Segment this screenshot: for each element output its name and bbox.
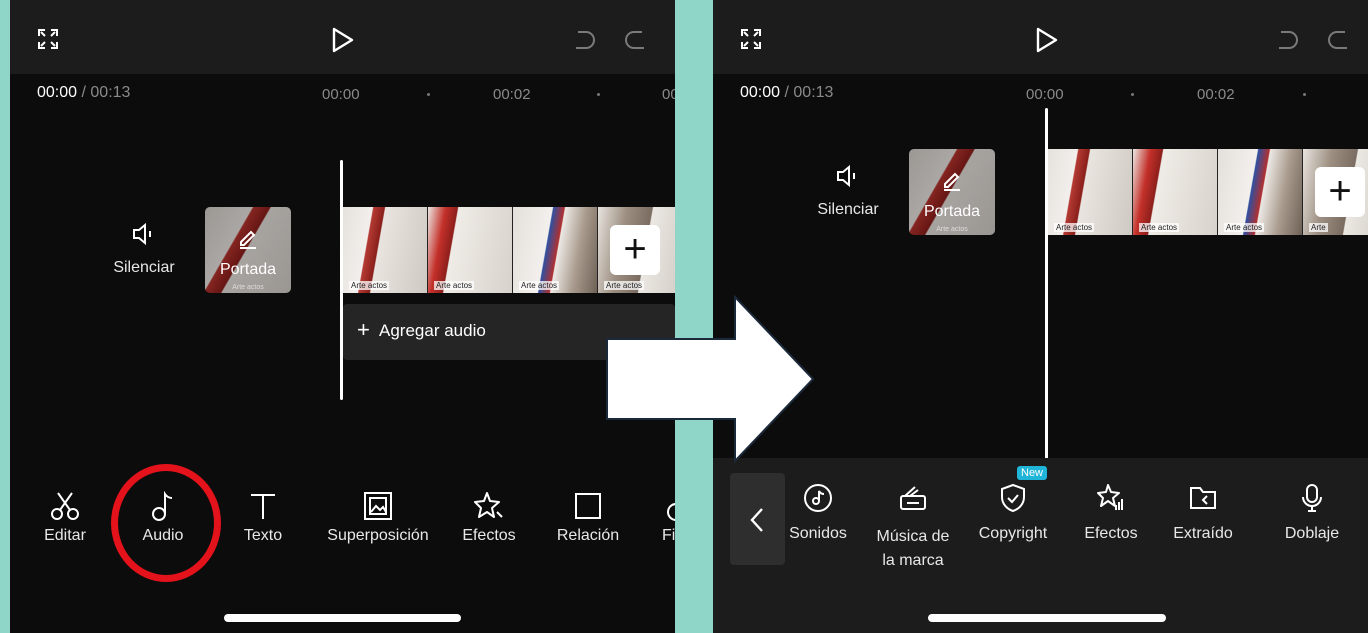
clip-frame: Arte actos <box>513 207 598 293</box>
cover-thumbnail[interactable]: Portada Arte actos <box>909 149 995 235</box>
tool-musica-de-la-marca[interactable]: Música de la marca <box>865 482 961 573</box>
speaker-icon <box>837 164 855 188</box>
folder-icon <box>1190 487 1216 509</box>
home-indicator <box>224 614 461 622</box>
ruler-tick-0: 00:00 <box>1026 86 1064 103</box>
tool-label: Texto <box>243 527 283 544</box>
ruler-dot <box>1303 93 1306 96</box>
tool-efectos[interactable]: Efectos <box>1075 482 1147 543</box>
tool-copyright[interactable]: Copyright <box>971 482 1055 543</box>
tool-label: Doblaje <box>1284 525 1340 542</box>
chevron-left-icon <box>750 508 763 532</box>
playhead[interactable] <box>340 160 343 400</box>
playhead[interactable] <box>1045 108 1048 460</box>
ruler-dot <box>427 93 430 96</box>
edit-icon <box>944 172 960 191</box>
time-display: 00:00 / 00:13 <box>740 84 833 102</box>
aspect-ratio-icon <box>575 493 601 519</box>
cover-thumbnail[interactable]: Portada Arte actos <box>205 207 291 293</box>
tool-efectos[interactable]: Efectos <box>452 490 526 545</box>
new-badge: New <box>1017 466 1048 480</box>
cover-caption: Arte actos <box>936 226 968 233</box>
ruler-dot <box>1131 93 1134 96</box>
undo-icon[interactable] <box>1275 28 1301 52</box>
tool-relacion[interactable]: Relación <box>548 490 628 545</box>
current-time: 00:00 <box>37 84 78 101</box>
shield-check-icon <box>1001 483 1025 513</box>
effects-star-icon <box>474 492 503 518</box>
tool-label-line2: la marca <box>882 552 944 569</box>
scissors-icon <box>51 492 79 520</box>
time-display: 00:00 / 00:13 <box>37 84 130 102</box>
right-arrow-icon <box>606 295 815 463</box>
back-button[interactable] <box>730 473 785 565</box>
tool-doblaje[interactable]: Doblaje <box>1275 482 1349 543</box>
mute-button[interactable]: Silenciar <box>798 164 898 219</box>
play-icon[interactable] <box>1034 26 1060 54</box>
tool-sonidos[interactable]: Sonidos <box>783 482 853 543</box>
ruler-tick-2: 00:02 <box>1197 86 1235 103</box>
top-bar <box>10 0 675 74</box>
edit-icon <box>240 230 256 249</box>
fullscreen-icon[interactable] <box>36 27 60 51</box>
home-indicator <box>928 614 1166 622</box>
tool-label: Editar <box>44 527 86 544</box>
clip-frame: Arte actos <box>1218 149 1303 235</box>
clip-frame: Arte actos <box>343 207 428 293</box>
tool-filtros[interactable]: Fi <box>656 490 675 545</box>
plus-icon: + <box>357 317 370 342</box>
mute-label: Silenciar <box>113 259 175 276</box>
text-icon <box>251 494 275 519</box>
ruler-tick-4: 00 <box>662 86 675 103</box>
clip-frame: Arte actos <box>1048 149 1133 235</box>
fullscreen-icon[interactable] <box>739 27 763 51</box>
overlay-icon <box>364 492 392 520</box>
time-separator: / <box>81 84 86 101</box>
clip-frame: Arte actos <box>428 207 513 293</box>
tool-extraido[interactable]: Extraído <box>1165 482 1241 543</box>
tool-label: Extraído <box>1173 525 1233 542</box>
tool-label: Sonidos <box>789 525 847 542</box>
audio-drawer: Sonidos Música de la marca Copyright New… <box>713 458 1368 633</box>
mute-label: Silenciar <box>817 201 879 218</box>
add-audio-label: Agregar audio <box>379 321 486 340</box>
tool-label: Copyright <box>978 525 1048 542</box>
cover-label: Portada <box>219 261 277 278</box>
tool-label: Fi <box>662 527 675 544</box>
tool-label: Relación <box>556 527 620 544</box>
redo-icon[interactable] <box>1325 28 1351 52</box>
filter-icon <box>667 503 675 521</box>
current-time: 00:00 <box>740 84 781 101</box>
total-time: 00:13 <box>90 84 131 101</box>
speaker-icon <box>133 222 151 246</box>
sound-disc-icon <box>804 484 832 512</box>
ruler-tick-2: 00:02 <box>493 86 531 103</box>
total-time: 00:13 <box>793 84 834 101</box>
left-screen: 00:00 / 00:13 00:00 00:02 00 Silenciar P… <box>10 0 675 633</box>
tool-label: Efectos <box>462 527 516 544</box>
tool-editar[interactable]: Editar <box>30 490 100 545</box>
tool-superposicion[interactable]: Superposición <box>315 490 441 545</box>
tool-texto[interactable]: Texto <box>228 490 298 545</box>
highlight-circle <box>111 464 221 582</box>
cover-caption: Arte actos <box>232 284 264 291</box>
redo-icon[interactable] <box>622 28 648 52</box>
tool-label: Superposición <box>327 527 429 544</box>
add-clip-button[interactable]: + <box>1315 167 1365 217</box>
play-icon[interactable] <box>330 26 356 54</box>
cover-label: Portada <box>923 203 981 220</box>
ruler-dot <box>597 93 600 96</box>
clip-frame: Arte actos <box>1133 149 1218 235</box>
microphone-icon <box>1302 484 1322 512</box>
tool-label: Efectos <box>1084 525 1138 542</box>
undo-icon[interactable] <box>572 28 598 52</box>
effects-star-icon <box>1097 484 1123 510</box>
tool-label-line1: Música de <box>876 528 950 545</box>
time-separator: / <box>784 84 789 101</box>
brand-music-icon <box>900 486 926 510</box>
add-clip-button[interactable]: + <box>610 225 660 275</box>
mute-button[interactable]: Silenciar <box>94 222 194 277</box>
top-bar <box>713 0 1368 74</box>
ruler-tick-0: 00:00 <box>322 86 360 103</box>
